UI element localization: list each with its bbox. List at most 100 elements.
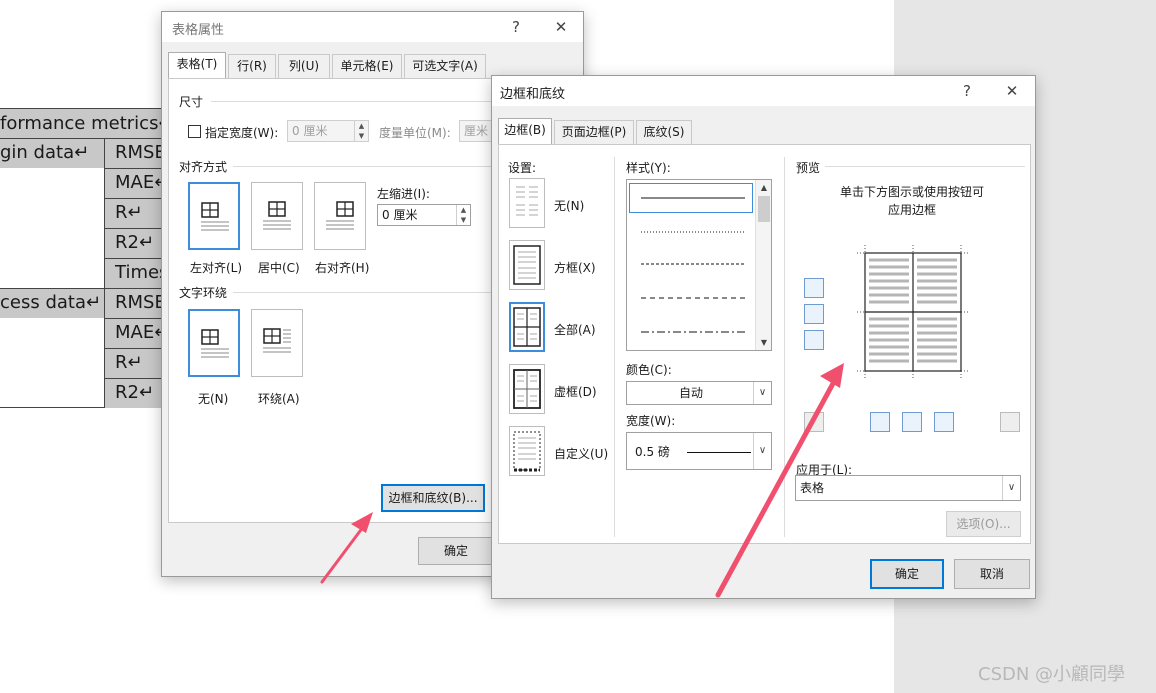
table-properties-titlebar: 表格属性 ? ✕: [162, 12, 583, 42]
apply-to-dropdown[interactable]: 表格 ∨: [795, 475, 1021, 501]
help-icon[interactable]: ?: [505, 16, 527, 38]
close-icon[interactable]: ✕: [550, 16, 572, 38]
borders-and-shading-button[interactable]: 边框和底纹(B)...: [381, 484, 485, 512]
text-wrap-section-label: 文字环绕: [179, 286, 228, 300]
close-icon[interactable]: ✕: [1001, 80, 1023, 102]
align-left-option[interactable]: [188, 182, 240, 250]
watermark-text: CSDN @小顧同學: [978, 664, 1126, 685]
right-border-toggle-icon[interactable]: [934, 412, 954, 432]
tab-cell[interactable]: 单元格(E): [332, 54, 402, 78]
preview-hint-line-2: 应用边框: [888, 203, 937, 217]
setting-grid-option[interactable]: [509, 364, 545, 414]
specify-width-checkbox[interactable]: [188, 125, 201, 138]
tab-row[interactable]: 行(R): [228, 54, 276, 78]
line-style-scrollbar[interactable]: ▲ ▼: [755, 180, 771, 350]
border-preview-diagram[interactable]: [857, 245, 969, 379]
setting-box-option[interactable]: [509, 240, 545, 290]
chevron-down-icon[interactable]: ∨: [1002, 476, 1020, 500]
borders-titlebar: 边框和底纹 ? ✕: [492, 76, 1035, 106]
tab-table[interactable]: 表格(T): [168, 52, 226, 78]
width-label: 宽度(W):: [626, 414, 676, 428]
borders-and-shading-dialog: 边框和底纹 ? ✕ 边框(B) 页面边框(P) 底纹(S) 设置: 无(N) 方…: [491, 75, 1036, 599]
tab-borders[interactable]: 边框(B): [498, 118, 552, 144]
wrap-around-option[interactable]: [251, 309, 303, 377]
color-dropdown[interactable]: 自动 ∨: [626, 381, 772, 405]
section-divider: [233, 166, 533, 167]
column-divider: [614, 157, 615, 537]
setting-all-option[interactable]: [509, 302, 545, 352]
setting-label: 设置:: [508, 161, 537, 175]
column-divider: [784, 157, 785, 537]
wrap-none-option[interactable]: [188, 309, 240, 377]
table-header-cell: formance metrics↵: [0, 109, 170, 138]
inside-vertical-border-toggle-icon[interactable]: [902, 412, 922, 432]
dialog-title: 表格属性: [172, 23, 225, 38]
setting-all-icon: [513, 307, 541, 347]
section-divider: [825, 166, 1025, 167]
align-center-icon: [263, 201, 291, 230]
tab-shading[interactable]: 底纹(S): [636, 120, 692, 144]
wrap-none-label: 无(N): [198, 392, 229, 406]
width-value: 0 厘米: [292, 124, 328, 138]
specify-width-label: 指定宽度(W):: [205, 126, 279, 140]
setting-grid-icon: [513, 369, 541, 409]
align-center-option[interactable]: [251, 182, 303, 250]
borders-tabs: 边框(B) 页面边框(P) 底纹(S): [498, 118, 798, 144]
cancel-button[interactable]: 取消: [954, 559, 1030, 589]
scroll-up-icon[interactable]: ▲: [757, 183, 771, 192]
line-width-dropdown[interactable]: 0.5 磅 ∨: [626, 432, 772, 470]
setting-box-icon: [513, 245, 541, 285]
setting-custom-icon: [513, 431, 541, 472]
top-border-toggle-icon[interactable]: [804, 278, 824, 298]
wrap-around-icon: [263, 328, 291, 353]
align-left-label: 左对齐(L): [190, 261, 243, 275]
borders-tab-panel: 设置: 无(N) 方框(X) 全部(A) 虚框(D) 自定义(U) 样式(Y):…: [498, 144, 1031, 544]
line-style-list[interactable]: ▲ ▼: [626, 179, 772, 351]
size-section-label: 尺寸: [179, 95, 204, 109]
left-border-toggle-icon[interactable]: [870, 412, 890, 432]
unit-value: 厘米: [464, 124, 489, 138]
bottom-border-toggle-icon[interactable]: [804, 330, 824, 350]
tab-alt-text[interactable]: 可选文字(A): [404, 54, 486, 78]
chevron-down-icon[interactable]: ∨: [753, 433, 771, 469]
spin-arrows-icon[interactable]: ▲ ▼: [456, 205, 470, 225]
diagonal-up-border-toggle-icon[interactable]: [1000, 412, 1020, 432]
indent-input[interactable]: 0 厘米 ▲ ▼: [377, 204, 471, 226]
setting-grid-label: 虚框(D): [554, 385, 597, 399]
chevron-down-icon[interactable]: ∨: [753, 382, 771, 404]
setting-custom-label: 自定义(U): [554, 447, 609, 461]
scroll-down-icon[interactable]: ▼: [757, 338, 771, 347]
table-divider: [0, 138, 170, 139]
style-label: 样式(Y):: [626, 161, 671, 175]
scroll-thumb[interactable]: [758, 196, 770, 222]
preview-hint-line-1: 单击下方图示或使用按钮可: [840, 185, 985, 199]
unit-select[interactable]: 厘米: [459, 120, 495, 142]
table-row-label: cess data↵: [0, 288, 104, 318]
wrap-none-icon: [201, 329, 229, 358]
setting-custom-option[interactable]: [509, 426, 545, 476]
spin-arrows-icon[interactable]: ▲ ▼: [354, 121, 368, 141]
width-input[interactable]: 0 厘米 ▲ ▼: [287, 120, 369, 142]
color-label: 颜色(C):: [626, 363, 672, 377]
ok-button[interactable]: 确定: [870, 559, 944, 589]
help-icon[interactable]: ?: [956, 80, 978, 102]
tab-page-border[interactable]: 页面边框(P): [554, 120, 634, 144]
measure-unit-label: 度量单位(M):: [379, 126, 451, 140]
diagonal-down-border-toggle-icon[interactable]: [804, 412, 824, 432]
preview-label: 预览: [796, 161, 821, 175]
indent-label: 左缩进(I):: [377, 187, 430, 201]
inside-horizontal-border-toggle-icon[interactable]: [804, 304, 824, 324]
dialog-title: 边框和底纹: [500, 87, 566, 102]
line-width-value: 0.5 磅: [635, 445, 670, 459]
align-center-label: 居中(C): [258, 261, 300, 275]
align-right-option[interactable]: [314, 182, 366, 250]
color-value: 自动: [678, 386, 703, 400]
ok-button[interactable]: 确定: [418, 537, 494, 565]
alignment-section-label: 对齐方式: [179, 160, 228, 174]
options-button[interactable]: 选项(O)...: [946, 511, 1021, 537]
tab-column[interactable]: 列(U): [278, 54, 330, 78]
table-divider: [104, 138, 105, 408]
setting-none-option[interactable]: [509, 178, 545, 228]
line-style-samples: [641, 197, 745, 333]
setting-all-label: 全部(A): [554, 323, 596, 337]
